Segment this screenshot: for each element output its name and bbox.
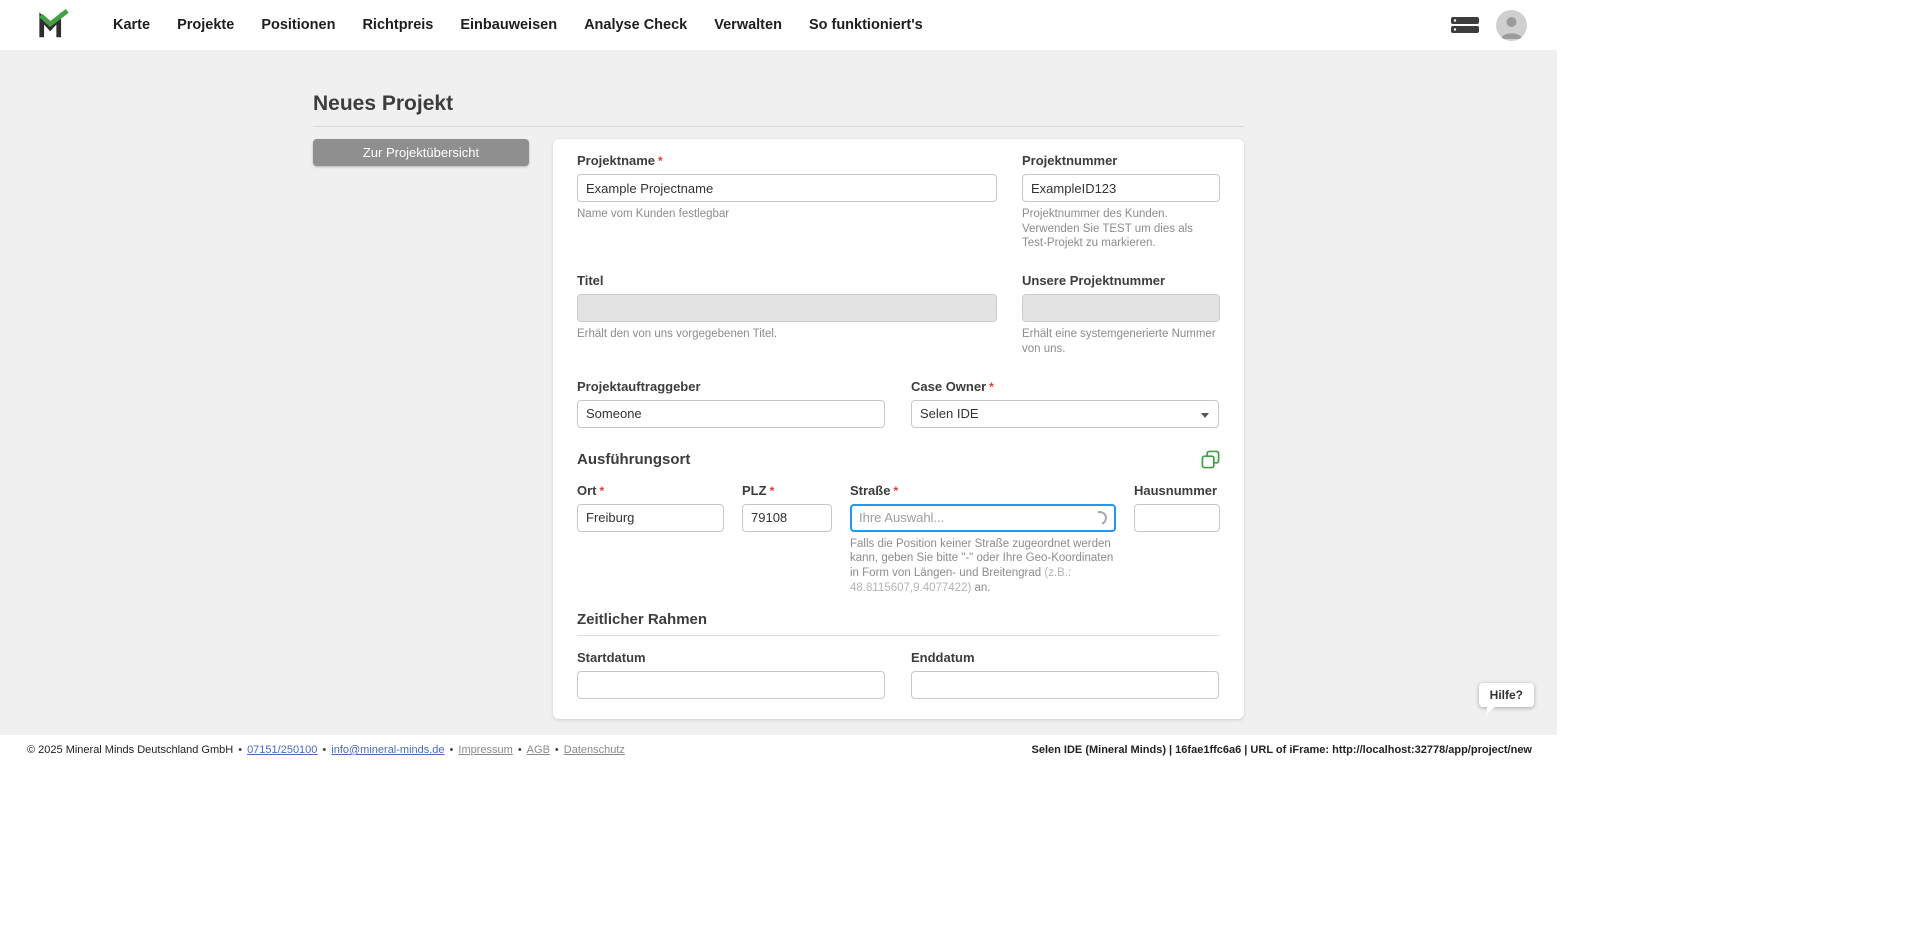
session-info: Selen IDE (Mineral Minds) | 16fae1ffc6a6…	[1032, 744, 1532, 756]
separator-dot: •	[555, 744, 559, 756]
nav-item-verwalten[interactable]: Verwalten	[714, 17, 782, 33]
user-avatar[interactable]	[1496, 10, 1527, 41]
unsere-projektnummer-helper: Erhält eine systemgenerierte Nummer von …	[1022, 327, 1220, 356]
plz-input[interactable]	[742, 504, 832, 532]
nav-item-karte[interactable]: Karte	[113, 17, 150, 33]
form-row-titel-number: Titel Erhält den von uns vorgegebenen Ti…	[577, 273, 1220, 356]
agb-link[interactable]: AGB	[527, 744, 550, 756]
nav-item-positionen[interactable]: Positionen	[261, 17, 335, 33]
required-mark: *	[658, 154, 663, 168]
startdatum-label: Startdatum	[577, 650, 885, 665]
startdatum-input[interactable]	[577, 671, 885, 699]
case-owner-select[interactable]: Selen IDE	[911, 400, 1219, 428]
ausfuehrungsort-section-header: Ausführungsort	[577, 450, 1220, 469]
form-row-name-number: Projektname* Name vom Kunden festlegbar …	[577, 153, 1220, 251]
nav-item-einbauweisen[interactable]: Einbauweisen	[460, 17, 557, 33]
server-icon[interactable]	[1450, 14, 1480, 36]
plz-label: PLZ*	[742, 483, 832, 498]
separator-dot: •	[322, 744, 326, 756]
unsere-projektnummer-input	[1022, 294, 1220, 322]
titel-helper: Erhält den von uns vorgegebenen Titel.	[577, 327, 997, 342]
projektname-input[interactable]	[577, 174, 997, 202]
divider	[313, 126, 1244, 127]
help-button[interactable]: Hilfe?	[1479, 683, 1534, 707]
projektauftraggeber-input[interactable]	[577, 400, 885, 428]
nav-item-projekte[interactable]: Projekte	[177, 17, 234, 33]
nav-right-actions	[1450, 10, 1527, 41]
separator-dot: •	[518, 744, 522, 756]
unsere-projektnummer-label: Unsere Projektnummer	[1022, 273, 1220, 288]
strasse-helper: Falls die Position keiner Straße zugeord…	[850, 537, 1116, 596]
impressum-link[interactable]: Impressum	[458, 744, 512, 756]
logo-icon	[37, 8, 71, 42]
form-row-address: Ort* PLZ* Straße*	[577, 483, 1220, 596]
content-row: Zur Projektübersicht Projektname* Name v…	[313, 139, 1244, 719]
divider	[577, 635, 1220, 636]
zeitlicher-rahmen-section: Zeitlicher Rahmen Startdatum Enddatum	[577, 611, 1220, 699]
ausfuehrungsort-title: Ausführungsort	[577, 451, 690, 468]
form-row-dates: Startdatum Enddatum	[577, 650, 1220, 699]
nav-links: Karte Projekte Positionen Richtpreis Ein…	[113, 17, 923, 33]
chevron-down-icon	[1201, 413, 1209, 418]
copy-address-icon[interactable]	[1201, 450, 1220, 469]
ort-label: Ort*	[577, 483, 724, 498]
zeitlicher-rahmen-title: Zeitlicher Rahmen	[577, 611, 707, 628]
page-title: Neues Projekt	[313, 92, 1244, 116]
footer-left: © 2025 Mineral Minds Deutschland GmbH • …	[27, 744, 625, 756]
required-mark: *	[600, 484, 605, 498]
titel-input	[577, 294, 997, 322]
required-mark: *	[770, 484, 775, 498]
app-window: Karte Projekte Positionen Richtpreis Ein…	[0, 0, 1557, 765]
projektnummer-label: Projektnummer	[1022, 153, 1220, 168]
projektname-label: Projektname*	[577, 153, 997, 168]
main-content: Neues Projekt Zur Projektübersicht Proje…	[0, 50, 1557, 735]
separator-dot: •	[450, 744, 454, 756]
project-overview-button[interactable]: Zur Projektübersicht	[313, 139, 529, 166]
mineral-minds-logo[interactable]	[37, 7, 71, 43]
email-link[interactable]: info@mineral-minds.de	[331, 744, 444, 756]
ort-input[interactable]	[577, 504, 724, 532]
nav-item-analyse-check[interactable]: Analyse Check	[584, 17, 687, 33]
footer-bar: © 2025 Mineral Minds Deutschland GmbH • …	[0, 735, 1557, 765]
required-mark: *	[989, 380, 994, 394]
left-column: Zur Projektübersicht	[313, 139, 529, 166]
projektnummer-helper: Projektnummer des Kunden. Verwenden Sie …	[1022, 207, 1220, 251]
datenschutz-link[interactable]: Datenschutz	[564, 744, 625, 756]
strasse-input[interactable]	[850, 504, 1116, 532]
help-button-label: Hilfe?	[1490, 688, 1523, 702]
help-bubble-tail	[1487, 706, 1496, 714]
nav-item-richtpreis[interactable]: Richtpreis	[362, 17, 433, 33]
projektnummer-input[interactable]	[1022, 174, 1220, 202]
strasse-label: Straße*	[850, 483, 1116, 498]
page-container: Neues Projekt Zur Projektübersicht Proje…	[313, 50, 1244, 735]
case-owner-value: Selen IDE	[920, 406, 979, 421]
case-owner-label: Case Owner*	[911, 379, 1219, 394]
enddatum-label: Enddatum	[911, 650, 1219, 665]
hausnummer-label: Hausnummer	[1134, 483, 1220, 498]
required-mark: *	[893, 484, 898, 498]
strasse-input-wrap	[850, 504, 1116, 532]
project-form-card: Projektname* Name vom Kunden festlegbar …	[553, 139, 1244, 719]
form-row-owner: Projektauftraggeber Case Owner* Selen ID…	[577, 379, 1220, 428]
copyright-text: © 2025 Mineral Minds Deutschland GmbH	[27, 744, 233, 756]
titel-label: Titel	[577, 273, 997, 288]
top-nav: Karte Projekte Positionen Richtpreis Ein…	[0, 0, 1557, 50]
person-icon	[1496, 10, 1527, 41]
projektauftraggeber-label: Projektauftraggeber	[577, 379, 885, 394]
projektname-helper: Name vom Kunden festlegbar	[577, 207, 997, 222]
separator-dot: •	[238, 744, 242, 756]
enddatum-input[interactable]	[911, 671, 1219, 699]
phone-link[interactable]: 07151/250100	[247, 744, 317, 756]
nav-item-so-funktionierts[interactable]: So funktioniert's	[809, 17, 923, 33]
hausnummer-input[interactable]	[1134, 504, 1220, 532]
